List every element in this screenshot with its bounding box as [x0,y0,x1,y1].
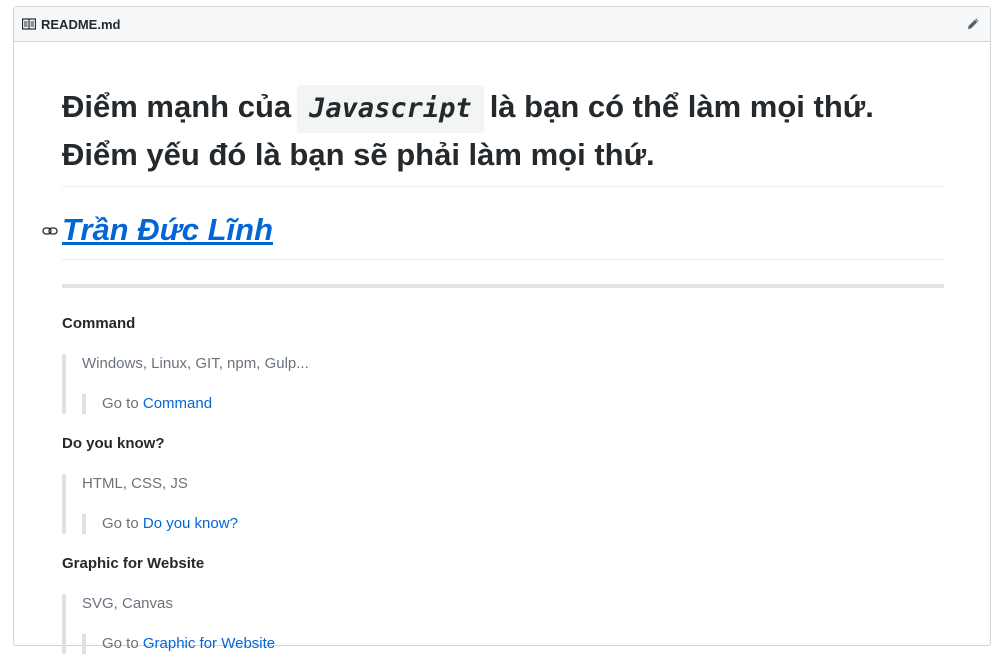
tagline-line2: Điểm yếu đó là bạn sẽ phải làm mọi thứ. [62,137,655,172]
section-desc-do-you-know: HTML, CSS, JS [82,475,188,492]
tagline-heading: Điểm mạnh của Javascript là bạn có thể làm… [62,43,944,187]
file-name: README.md [41,16,121,32]
edit-button[interactable] [964,15,982,33]
section-title-graphic: Graphic for Website [62,555,205,572]
goto-label: Go to [102,515,139,532]
section-title-command: Command [62,315,136,332]
section-goto-graphic: Go to Graphic for Website [82,634,944,654]
section-desc-graphic: SVG, Canvas [82,595,173,612]
book-icon [22,18,36,30]
section-quote-do-you-know: HTML, CSS, JS Go to Do you know? [62,474,944,534]
tagline-part1: Điểm mạnh của [62,89,292,124]
section-goto-do-you-know: Go to Do you know? [82,514,944,534]
author-link[interactable]: Trần Đức Lĩnh [62,212,273,247]
section-quote-command: Windows, Linux, GIT, npm, Gulp... Go to … [62,354,944,414]
link-icon[interactable] [42,225,58,237]
section-goto-command: Go to Command [82,394,944,414]
code-javascript: Javascript [297,85,484,133]
readme-content: Điểm mạnh của Javascript là bạn có thể làm… [42,43,944,654]
link-graphic-for-website[interactable]: Graphic for Website [143,635,275,652]
goto-label: Go to [102,635,139,652]
divider [62,284,944,288]
author-heading: Trần Đức Lĩnh [42,187,944,260]
link-command[interactable]: Command [143,395,212,412]
readme-header: README.md [14,7,990,42]
goto-label: Go to [102,395,139,412]
link-do-you-know[interactable]: Do you know? [143,515,238,532]
readme-box: README.md Điểm mạnh của Javascript là bạn … [13,6,991,654]
section-quote-graphic: SVG, Canvas Go to Graphic for Website [62,594,944,654]
pencil-icon [968,18,979,29]
section-desc-command: Windows, Linux, GIT, npm, Gulp... [82,355,309,372]
section-title-do-you-know: Do you know? [62,435,165,452]
tagline-part2: là bạn có thể làm mọi thứ. [489,89,874,124]
